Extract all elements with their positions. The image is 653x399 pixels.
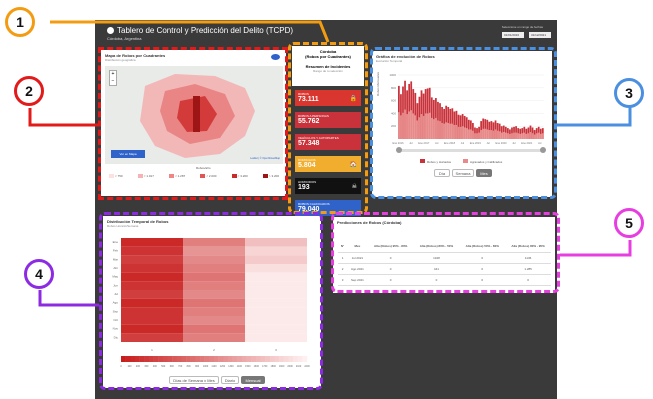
callout-1: 1 (5, 7, 35, 37)
date-to-input[interactable]: 31/12/2021 (529, 32, 551, 38)
callout-2: 2 (14, 76, 44, 106)
leader-line-2 (28, 108, 98, 127)
callout-4: 4 (24, 259, 54, 289)
callout-5: 5 (614, 208, 644, 238)
leader-line-4 (38, 290, 99, 307)
date-from-input[interactable]: 01/01/2016 (502, 32, 524, 38)
highlight-frame-3 (370, 47, 557, 199)
highlight-frame-1 (288, 42, 368, 214)
page-subtitle: Córdoba, Argentina (107, 36, 142, 41)
leader-line-3 (557, 108, 632, 127)
page-title: Tablero de Control y Predicción del Deli… (107, 26, 293, 35)
highlight-frame-2 (98, 47, 288, 200)
highlight-frame-4 (99, 212, 323, 390)
highlight-frame-5 (331, 212, 560, 293)
date-range-note: Seleccione un rango de fechas (501, 25, 543, 29)
leader-line-5 (560, 240, 632, 257)
gauge-icon (107, 27, 114, 34)
callout-3: 3 (614, 78, 644, 108)
